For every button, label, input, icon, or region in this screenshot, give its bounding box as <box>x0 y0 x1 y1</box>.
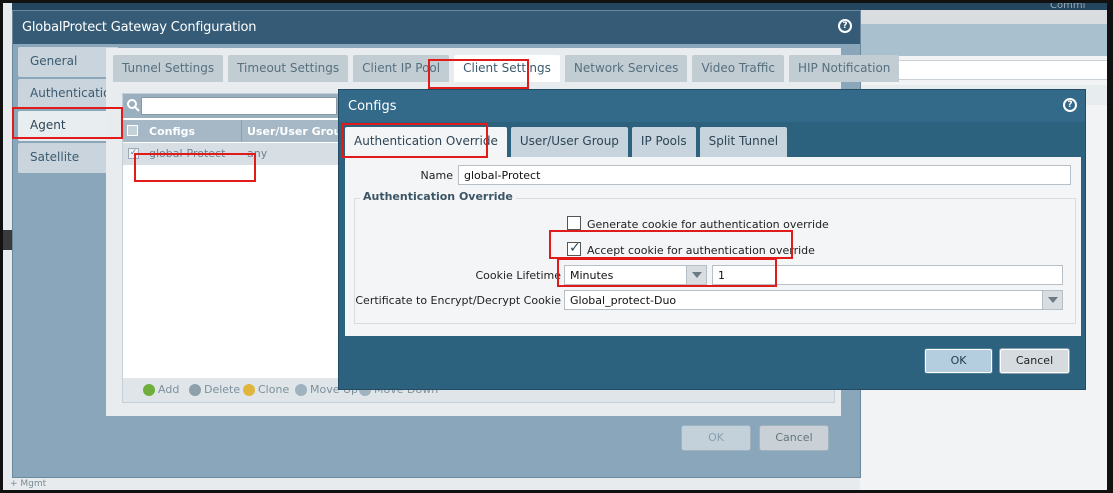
commit-link[interactable]: Commi <box>1050 0 1085 11</box>
certificate-value: Global_protect-Duo <box>570 294 677 307</box>
delete-icon <box>189 383 201 396</box>
chevron-down-icon[interactable] <box>686 266 706 284</box>
tab-ip-pools[interactable]: IP Pools <box>631 127 696 157</box>
clone-icon <box>243 383 255 396</box>
delete-label: Delete <box>204 383 241 396</box>
clone-label: Clone <box>258 383 290 396</box>
tab-label: Client IP Pool <box>362 61 441 75</box>
side-nav-authentication[interactable]: Authentication <box>18 79 118 109</box>
side-nav-label: Satellite <box>30 150 80 164</box>
help-icon[interactable]: ? <box>1063 98 1077 112</box>
gp-dialog-titlebar[interactable]: GlobalProtect Gateway Configuration ? <box>13 11 860 44</box>
tab-hip-notification[interactable]: HIP Notification <box>788 55 900 82</box>
name-label: Name <box>420 169 453 182</box>
tab-label: HIP Notification <box>797 61 891 75</box>
side-nav-label: Agent <box>30 118 66 132</box>
configs-dialog-title: Configs <box>348 99 397 114</box>
column-header-configs[interactable]: Configs <box>149 125 195 138</box>
accept-cookie-checkbox[interactable]: ✓ <box>567 240 581 256</box>
clone-button[interactable]: Clone <box>243 383 289 396</box>
configs-dialog-titlebar[interactable]: Configs ? <box>339 90 1085 122</box>
tab-video-traffic[interactable]: Video Traffic <box>692 55 784 82</box>
cookie-lifetime-unit-value: Minutes <box>570 269 614 282</box>
tab-label: Network Services <box>573 61 679 75</box>
tab-label: Split Tunnel <box>708 134 779 148</box>
background-left-divider <box>0 230 12 250</box>
tab-label: Timeout Settings <box>237 61 340 75</box>
tab-label: Client Settings <box>463 61 551 75</box>
select-all-checkbox[interactable] <box>127 125 138 136</box>
gp-cancel-button[interactable]: Cancel <box>759 425 829 451</box>
tab-label: User/User Group <box>519 134 619 148</box>
side-nav-general[interactable]: General <box>18 47 118 77</box>
configs-ok-button[interactable]: OK <box>924 348 993 374</box>
row-checkbox[interactable]: ✓ <box>128 148 139 159</box>
gp-ok-button[interactable]: OK <box>681 425 751 451</box>
tab-label: IP Pools <box>640 134 687 148</box>
generate-cookie-label: Generate cookie for authentication overr… <box>587 218 829 231</box>
tab-split-tunnel[interactable]: Split Tunnel <box>699 127 788 157</box>
background-bottom-strip: + Mgmt <box>10 478 860 493</box>
authentication-override-panel: Name global-Protect Authentication Overr… <box>345 157 1081 336</box>
generate-cookie-checkbox[interactable] <box>567 216 581 230</box>
cookie-lifetime-input[interactable]: 1 <box>712 265 1063 285</box>
help-icon[interactable]: ? <box>838 19 852 33</box>
tab-authentication-override[interactable]: Authentication Override <box>345 127 507 157</box>
side-nav-satellite[interactable]: Satellite <box>18 143 118 173</box>
side-nav-label: Authentication <box>30 86 119 100</box>
add-button[interactable]: Add <box>143 383 179 396</box>
gp-side-nav: General Authentication Agent Satellite <box>18 47 118 175</box>
gp-tab-bar: Tunnel Settings Timeout Settings Client … <box>113 55 904 83</box>
column-divider <box>241 120 242 142</box>
tab-network-services[interactable]: Network Services <box>564 55 688 82</box>
configs-dialog: Configs ? Authentication Override User/U… <box>338 89 1086 390</box>
search-input[interactable] <box>141 97 337 115</box>
row-configs-cell[interactable]: global-Protect <box>149 147 225 160</box>
configs-cancel-button[interactable]: Cancel <box>999 348 1070 374</box>
tab-client-ip-pool[interactable]: Client IP Pool <box>353 55 450 82</box>
tab-label: Authentication Override <box>354 134 498 148</box>
background-header-strip <box>860 24 1113 56</box>
tab-client-settings[interactable]: Client Settings <box>454 55 560 82</box>
gp-dialog-title: GlobalProtect Gateway Configuration <box>22 20 257 35</box>
accept-cookie-label: Accept cookie for authentication overrid… <box>587 244 815 257</box>
cookie-lifetime-unit-select[interactable]: Minutes <box>564 265 707 285</box>
tab-label: Tunnel Settings <box>122 61 215 75</box>
tab-user-group[interactable]: User/User Group <box>510 127 628 157</box>
column-header-user-group[interactable]: User/User Group <box>247 125 349 138</box>
checkmark-icon: ✓ <box>569 240 581 256</box>
background-top-bar <box>0 0 1113 10</box>
section-title: Authentication Override <box>360 190 516 203</box>
screen: Commi + Mgmt GlobalProtect Gateway Confi… <box>0 0 1113 493</box>
cookie-lifetime-label: Cookie Lifetime <box>475 269 561 282</box>
tab-tunnel-settings[interactable]: Tunnel Settings <box>113 55 224 82</box>
chevron-down-icon[interactable] <box>1042 291 1062 309</box>
tab-timeout-settings[interactable]: Timeout Settings <box>228 55 349 82</box>
certificate-select[interactable]: Global_protect-Duo <box>564 290 1063 310</box>
name-input[interactable]: global-Protect <box>458 165 1071 185</box>
arrow-up-icon <box>295 383 307 396</box>
add-icon <box>143 383 155 396</box>
search-icon <box>127 99 140 112</box>
side-nav-label: General <box>30 54 78 68</box>
background-bottom-text: + Mgmt <box>10 479 47 489</box>
add-label: Add <box>158 383 180 396</box>
tab-label: Video Traffic <box>701 61 775 75</box>
side-nav-agent[interactable]: Agent <box>18 111 118 141</box>
delete-button[interactable]: Delete <box>189 383 240 396</box>
row-user-group-cell: any <box>247 147 268 160</box>
certificate-label: Certificate to Encrypt/Decrypt Cookie <box>355 294 561 307</box>
configs-tab-bar: Authentication Override User/User Group … <box>345 127 791 157</box>
